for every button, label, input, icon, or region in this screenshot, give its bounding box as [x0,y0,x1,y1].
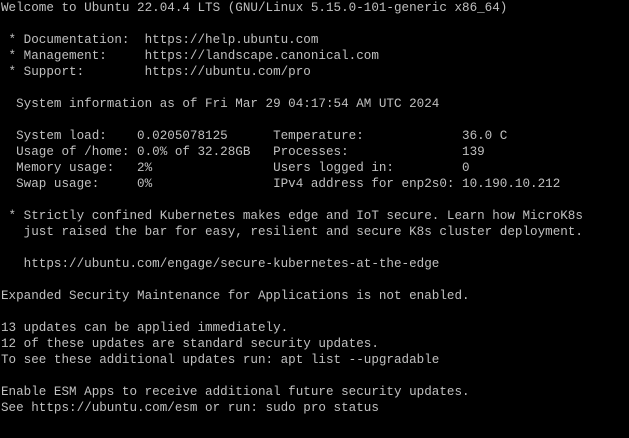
system-load-line: System load: 0.0205078125 Temperature: 3… [1,129,508,143]
esm-apps-line: Enable ESM Apps to receive additional fu… [1,385,470,399]
esm-link-line: See https://ubuntu.com/esm or run: sudo … [1,401,379,415]
kubernetes-notice-line-2: just raised the bar for easy, resilient … [1,225,583,239]
management-line: * Management: https://landscape.canonica… [1,49,379,63]
welcome-line: Welcome to Ubuntu 22.04.4 LTS (GNU/Linux… [1,1,508,15]
home-usage-line: Usage of /home: 0.0% of 32.28GB Processe… [1,145,485,159]
security-updates-line: 12 of these updates are standard securit… [1,337,379,351]
swap-usage-line: Swap usage: 0% IPv4 address for enp2s0: … [1,177,561,191]
documentation-line: * Documentation: https://help.ubuntu.com [1,33,319,47]
terminal-window[interactable]: Welcome to Ubuntu 22.04.4 LTS (GNU/Linux… [0,0,629,438]
memory-usage-line: Memory usage: 2% Users logged in: 0 [1,161,470,175]
upgradable-hint-line: To see these additional updates run: apt… [1,353,440,367]
updates-available-line: 13 updates can be applied immediately. [1,321,289,335]
esm-status-line: Expanded Security Maintenance for Applic… [1,289,470,303]
kubernetes-notice-line-1: * Strictly confined Kubernetes makes edg… [1,209,583,223]
support-line: * Support: https://ubuntu.com/pro [1,65,311,79]
kubernetes-link-line: https://ubuntu.com/engage/secure-kuberne… [1,257,440,271]
system-info-header: System information as of Fri Mar 29 04:1… [1,97,440,111]
